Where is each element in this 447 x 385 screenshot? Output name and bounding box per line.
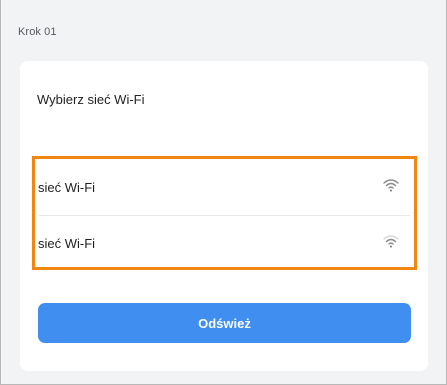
card-title: Wybierz sieć Wi-Fi: [37, 92, 145, 107]
wifi-setup-screen: Krok 01 Wybierz sieć Wi-Fi sieć Wi-Fi si…: [0, 0, 447, 385]
network-list: sieć Wi-Fi sieć Wi-Fi: [32, 156, 417, 270]
network-item[interactable]: sieć Wi-Fi: [35, 217, 414, 270]
wifi-weak-icon: [383, 235, 399, 248]
step-label: Krok 01: [18, 26, 57, 38]
network-name: sieć Wi-Fi: [38, 180, 96, 195]
row-divider: [39, 215, 410, 216]
network-name: sieć Wi-Fi: [38, 236, 96, 251]
wifi-strong-icon: [383, 179, 399, 192]
network-item[interactable]: sieć Wi-Fi: [35, 161, 414, 214]
refresh-button[interactable]: Odśwież: [38, 303, 411, 343]
wifi-selection-card: Wybierz sieć Wi-Fi sieć Wi-Fi sieć Wi-Fi: [20, 61, 428, 371]
